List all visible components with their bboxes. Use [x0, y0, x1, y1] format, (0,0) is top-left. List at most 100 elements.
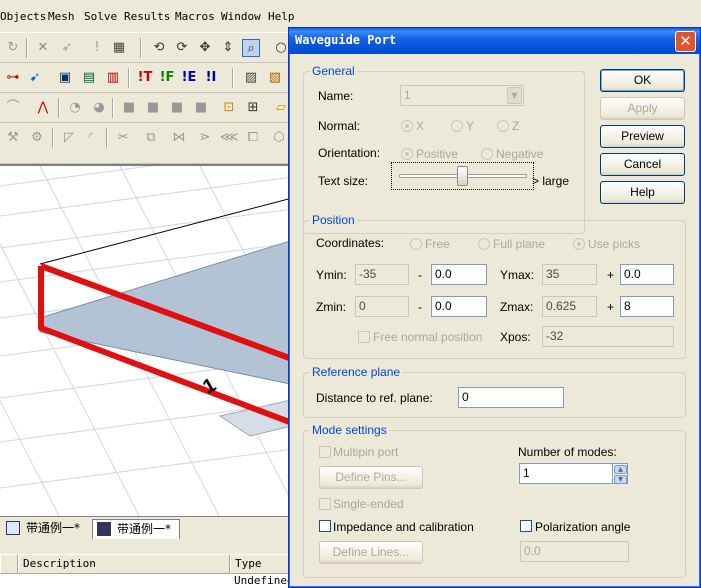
chamfer-icon[interactable]: ◸	[60, 129, 78, 147]
single-ended-checkbox[interactable]	[319, 498, 331, 510]
spin-up-icon[interactable]: ▲	[614, 465, 627, 474]
coord-full-plane-label: Full plane	[493, 237, 546, 251]
freq-monitor-icon[interactable]: !F	[158, 69, 176, 87]
menu-solve[interactable]: Solve	[84, 10, 117, 23]
scale-icon[interactable]: ⋘	[220, 129, 239, 147]
grid-icon[interactable]: ▦	[110, 39, 128, 57]
menu-mesh[interactable]: Mesh	[48, 10, 75, 23]
polarization-input[interactable]: 0.0	[520, 541, 629, 562]
zoom-window-icon[interactable]: ⌕	[242, 39, 260, 57]
rotate-icon[interactable]: ⟳	[173, 39, 191, 57]
distance-input[interactable]: 0	[458, 387, 564, 408]
union-icon[interactable]: ■	[120, 99, 138, 117]
curve-icon[interactable]: ⌒	[4, 99, 22, 117]
coord-free-radio[interactable]	[410, 238, 422, 250]
define-lines-button[interactable]: Define Lines...	[319, 541, 423, 564]
chevron-down-icon[interactable]: ▼	[507, 87, 522, 104]
extrude-icon[interactable]: ⚒	[4, 129, 22, 147]
info-icon[interactable]: !	[88, 39, 106, 57]
table-cell-description[interactable]	[0, 574, 230, 588]
cut-icon[interactable]: ✂	[114, 129, 132, 147]
name-combobox[interactable]: 1 ▼	[400, 85, 524, 106]
apply-button[interactable]: Apply	[600, 97, 685, 120]
shell-icon[interactable]: ⧉	[142, 129, 160, 147]
blend-icon[interactable]: ◜	[82, 129, 100, 147]
xpos-field[interactable]: -32	[542, 326, 674, 347]
ymax-field[interactable]: 35	[542, 264, 597, 285]
menu-help[interactable]: Help	[268, 10, 295, 23]
brick-icon[interactable]: ▨	[242, 69, 260, 87]
cancel-button[interactable]: Cancel	[600, 153, 685, 176]
column-header-description[interactable]: Description	[18, 554, 230, 574]
copy-icon[interactable]: ⧠	[244, 129, 262, 147]
intersect-icon[interactable]: ■	[168, 99, 186, 117]
insert-icon[interactable]: ■	[192, 99, 210, 117]
coord-full-plane-radio[interactable]	[478, 238, 490, 250]
help-button[interactable]: Help	[600, 181, 685, 204]
polyline-icon[interactable]: ⋀	[34, 99, 52, 117]
ymax-offset-input[interactable]: 0.0	[620, 264, 674, 285]
orientation-positive-radio[interactable]	[401, 148, 413, 160]
graph-icon[interactable]: ▤	[80, 69, 98, 87]
polarization-checkbox[interactable]	[520, 520, 532, 532]
spin-down-icon[interactable]: ▼	[614, 475, 627, 483]
num-modes-input[interactable]: 1 ▲ ▼	[519, 463, 628, 484]
menu-macros[interactable]: Macros	[175, 10, 215, 23]
preview-button[interactable]: Preview	[600, 125, 685, 148]
name-label: Name:	[318, 89, 354, 103]
tab-document-2[interactable]: 带通例一*	[92, 519, 180, 539]
time-monitor-icon[interactable]: !T	[136, 69, 154, 87]
column-header-blank[interactable]	[0, 554, 18, 574]
coord-use-picks-radio[interactable]	[573, 238, 585, 250]
pick-points-icon[interactable]: ⊡	[220, 99, 238, 117]
probe-icon[interactable]: ➹	[26, 69, 44, 87]
normal-y-radio[interactable]	[451, 120, 463, 132]
monitor-icon[interactable]: ▣	[56, 69, 74, 87]
subtract-icon[interactable]: ■	[144, 99, 162, 117]
free-normal-checkbox[interactable]	[358, 331, 370, 343]
define-pins-button[interactable]: Define Pins...	[319, 466, 423, 489]
efield-monitor-icon[interactable]: !E	[180, 69, 198, 87]
undo-icon[interactable]: ↻	[4, 39, 22, 57]
close-icon: ✕	[679, 32, 692, 50]
arc-icon[interactable]: ◔	[66, 99, 84, 117]
current-monitor-icon[interactable]: !I	[202, 69, 220, 87]
fillet-icon[interactable]: ◕	[90, 99, 108, 117]
3d-viewport[interactable]: 1	[0, 164, 300, 516]
multipin-checkbox[interactable]	[319, 446, 331, 458]
zoom-icon[interactable]: ⇕	[219, 39, 237, 57]
menu-objects[interactable]: Objects	[0, 10, 46, 23]
mirror-icon[interactable]: ⋈	[170, 129, 188, 147]
table-icon[interactable]: ▥	[104, 69, 122, 87]
dialog-titlebar[interactable]: Waveguide Port ✕	[289, 28, 700, 54]
impedance-checkbox[interactable]	[319, 520, 331, 532]
num-modes-spinner[interactable]: ▲ ▼	[612, 464, 627, 483]
wire-icon[interactable]: ⊶	[4, 69, 22, 87]
pick-icon[interactable]: ➶	[58, 39, 76, 57]
align-icon[interactable]: ⋗	[196, 129, 214, 147]
zmin-offset-input[interactable]: 0.0	[431, 296, 487, 317]
text-size-slider-thumb[interactable]	[457, 166, 468, 186]
orientation-negative-radio[interactable]	[481, 148, 493, 160]
normal-x-radio[interactable]	[401, 120, 413, 132]
zmin-label: Zmin:	[316, 300, 346, 314]
rotate-shape-icon[interactable]: ⚙	[28, 129, 46, 147]
delete-icon[interactable]: ✕	[34, 39, 52, 57]
close-button[interactable]: ✕	[675, 31, 696, 52]
zmax-offset-input[interactable]: 8	[620, 296, 674, 317]
ok-button[interactable]: OK	[600, 69, 685, 92]
loft-icon[interactable]: ⬡	[270, 129, 288, 147]
tab-document-1[interactable]: 带通例一*	[2, 519, 90, 539]
menu-results[interactable]: Results	[124, 10, 170, 23]
general-group: General Name: 1 ▼ Normal: X Y Z Orientat…	[303, 64, 585, 234]
ymin-field[interactable]: -35	[355, 264, 409, 285]
menu-window[interactable]: Window	[221, 10, 261, 23]
material-icon[interactable]: ▧	[266, 69, 284, 87]
transform-icon[interactable]: ⊞	[244, 99, 262, 117]
zmax-field[interactable]: 0.625	[542, 296, 597, 317]
pan-icon[interactable]: ✥	[196, 39, 214, 57]
rotate-view-icon[interactable]: ⟲	[150, 39, 168, 57]
normal-z-radio[interactable]	[497, 120, 509, 132]
zmin-field[interactable]: 0	[355, 296, 409, 317]
ymin-offset-input[interactable]: 0.0	[431, 264, 487, 285]
